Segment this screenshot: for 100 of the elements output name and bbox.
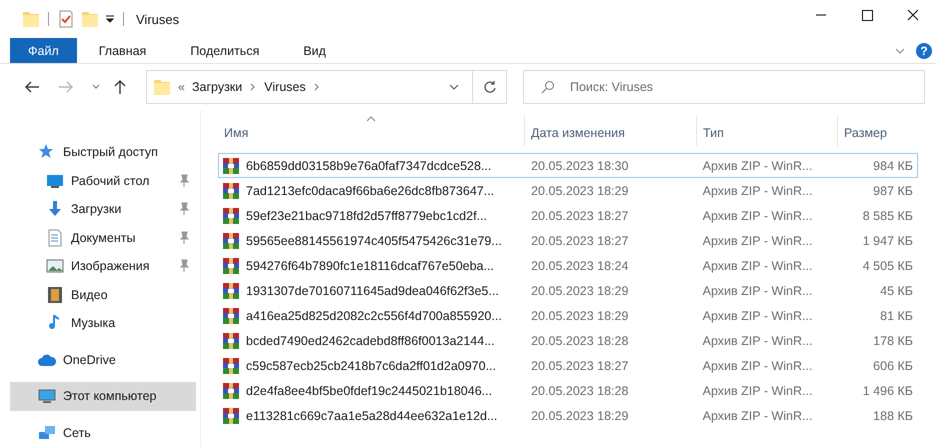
chevron-right-icon[interactable] xyxy=(249,82,258,92)
help-button[interactable]: ? xyxy=(916,42,932,58)
date-modified: 20.05.2023 18:27 xyxy=(531,358,628,372)
image-icon xyxy=(46,257,64,276)
sidebar-item[interactable]: Рабочий стол xyxy=(10,166,196,195)
ribbon-tab[interactable]: Вид xyxy=(281,38,348,63)
film-icon xyxy=(46,286,64,304)
sort-up-icon xyxy=(366,116,376,122)
refresh-button[interactable] xyxy=(473,70,507,104)
archive-icon xyxy=(223,208,239,224)
file-type: Архив ZIP - WinR... xyxy=(702,358,812,372)
file-name: 59ef23e21bac9718fd2d57ff8779ebc1cd2f... xyxy=(246,208,487,222)
checklist-icon[interactable] xyxy=(57,10,75,28)
chevron-right-icon[interactable] xyxy=(312,82,321,92)
archive-icon xyxy=(223,332,239,348)
date-modified: 20.05.2023 18:29 xyxy=(531,284,628,298)
date-modified: 20.05.2023 18:29 xyxy=(531,308,628,322)
document-icon xyxy=(46,228,64,247)
file-name: 594276f64b7890fc1e18116dcaf767e50eba... xyxy=(246,258,494,272)
ribbon-tab[interactable]: Файл xyxy=(10,38,77,63)
file-size: 4 505 КБ xyxy=(862,258,913,272)
archive-icon xyxy=(223,158,239,174)
date-modified: 20.05.2023 18:27 xyxy=(531,234,628,248)
column-header[interactable]: Тип xyxy=(697,116,838,146)
down-arrow-icon xyxy=(46,200,64,218)
ribbon-tab[interactable]: Главная xyxy=(76,38,168,63)
pin-icon[interactable] xyxy=(178,202,190,216)
date-modified: 20.05.2023 18:28 xyxy=(531,334,628,348)
file-name: 1931307de70160711645ad9dea046f62f3e5... xyxy=(246,284,499,298)
file-type: Архив ZIP - WinR... xyxy=(702,384,812,398)
monitor-icon xyxy=(38,387,56,406)
file-name: 7ad1213efc0daca9f66ba6e26dc8fb873647... xyxy=(246,184,494,198)
date-modified: 20.05.2023 18:27 xyxy=(531,208,628,222)
search-icon[interactable] xyxy=(541,80,555,94)
file-size: 987 КБ xyxy=(873,184,913,198)
date-modified: 20.05.2023 18:29 xyxy=(531,408,628,422)
archive-icon xyxy=(223,258,239,274)
archive-icon xyxy=(223,358,239,374)
file-size: 606 КБ xyxy=(873,358,913,372)
column-header[interactable]: Дата изменения xyxy=(525,116,697,146)
file-type: Архив ZIP - WinR... xyxy=(702,158,812,172)
file-size: 1 947 КБ xyxy=(862,234,913,248)
breadcrumb[interactable]: Viruses xyxy=(264,80,306,94)
pin-icon[interactable] xyxy=(178,230,190,245)
date-modified: 20.05.2023 18:30 xyxy=(531,158,628,172)
file-size: 81 КБ xyxy=(880,308,913,322)
date-modified: 20.05.2023 18:28 xyxy=(531,384,628,398)
column-header[interactable]: Имя xyxy=(218,116,525,146)
pin-icon[interactable] xyxy=(178,259,190,274)
folder-icon xyxy=(22,10,40,28)
breadcrumb[interactable]: Загрузки xyxy=(192,80,242,94)
file-size: 8 585 КБ xyxy=(862,208,913,222)
file-name: 59565ee88145561974c405f5475426c31e79... xyxy=(246,234,502,248)
window-title: Viruses xyxy=(136,12,180,26)
file-size: 984 КБ xyxy=(873,158,913,172)
file-type: Архив ZIP - WinR... xyxy=(702,408,812,422)
archive-icon xyxy=(223,308,239,324)
file-type: Архив ZIP - WinR... xyxy=(702,234,812,248)
archive-icon xyxy=(223,232,239,248)
sidebar-item[interactable]: Музыка xyxy=(10,309,196,338)
file-name: e113281c669c7aa1e5a28d44ee632a1e12d... xyxy=(246,408,498,422)
search-field[interactable]: Поиск: Viruses xyxy=(523,70,925,104)
pin-icon[interactable] xyxy=(178,174,190,188)
network-icon xyxy=(38,424,56,442)
up-arrow-icon[interactable] xyxy=(112,79,128,95)
file-type: Архив ZIP - WinR... xyxy=(702,334,812,348)
ribbon-tab[interactable]: Поделиться xyxy=(168,38,282,63)
folder-icon xyxy=(153,78,171,96)
file-name: 6b6859dd03158b9e76a0faf7347dcdce528... xyxy=(246,158,492,172)
sidebar-item[interactable]: Загрузки xyxy=(10,195,196,224)
file-type: Архив ZIP - WinR... xyxy=(702,284,812,298)
sidebar-item[interactable]: OneDrive xyxy=(10,346,196,374)
archive-icon xyxy=(223,382,239,398)
date-modified: 20.05.2023 18:24 xyxy=(531,258,628,272)
refresh-icon[interactable] xyxy=(482,80,496,94)
archive-icon xyxy=(223,408,239,424)
address-bar[interactable]: « Загрузки Viruses xyxy=(146,70,473,104)
file-type: Архив ZIP - WinR... xyxy=(702,258,812,272)
archive-icon xyxy=(223,182,239,198)
file-name: d2e4fa8ee4bf5be0fdef19c2445021b18046... xyxy=(246,384,492,398)
sidebar-item[interactable]: Видео xyxy=(10,280,196,309)
file-size: 1 496 КБ xyxy=(862,384,913,398)
sidebar-item[interactable]: Сеть xyxy=(10,418,196,447)
overflow-chevron[interactable]: « xyxy=(178,80,185,94)
file-name: bcded7490ed2462cadebd8ff86f0013a2144... xyxy=(246,334,495,348)
chevron-down-icon[interactable] xyxy=(92,83,100,91)
file-size: 188 КБ xyxy=(873,408,913,422)
sidebar-item[interactable]: Документы xyxy=(10,224,196,252)
date-modified: 20.05.2023 18:29 xyxy=(531,184,628,198)
file-name: a416ea25d825d2082c2c556f4d700a855920... xyxy=(246,308,502,322)
file-size: 178 КБ xyxy=(873,334,913,348)
sidebar-item[interactable]: Этот компьютер xyxy=(10,382,196,410)
back-arrow-icon[interactable] xyxy=(24,79,40,95)
focused-row[interactable]: 6b6859dd03158b9e76a0faf7347dcdce528... 20.05.2023 18:30 Архив ZIP - WinR... 984 КБ xyxy=(218,153,918,178)
column-header[interactable]: Размер xyxy=(838,116,918,146)
file-type: Архив ZIP - WinR... xyxy=(702,184,812,198)
file-size: 45 КБ xyxy=(880,284,913,298)
sidebar-item[interactable]: Быстрый доступ xyxy=(10,138,196,166)
sidebar-item[interactable]: Изображения xyxy=(10,252,196,280)
archive-icon xyxy=(223,282,239,298)
